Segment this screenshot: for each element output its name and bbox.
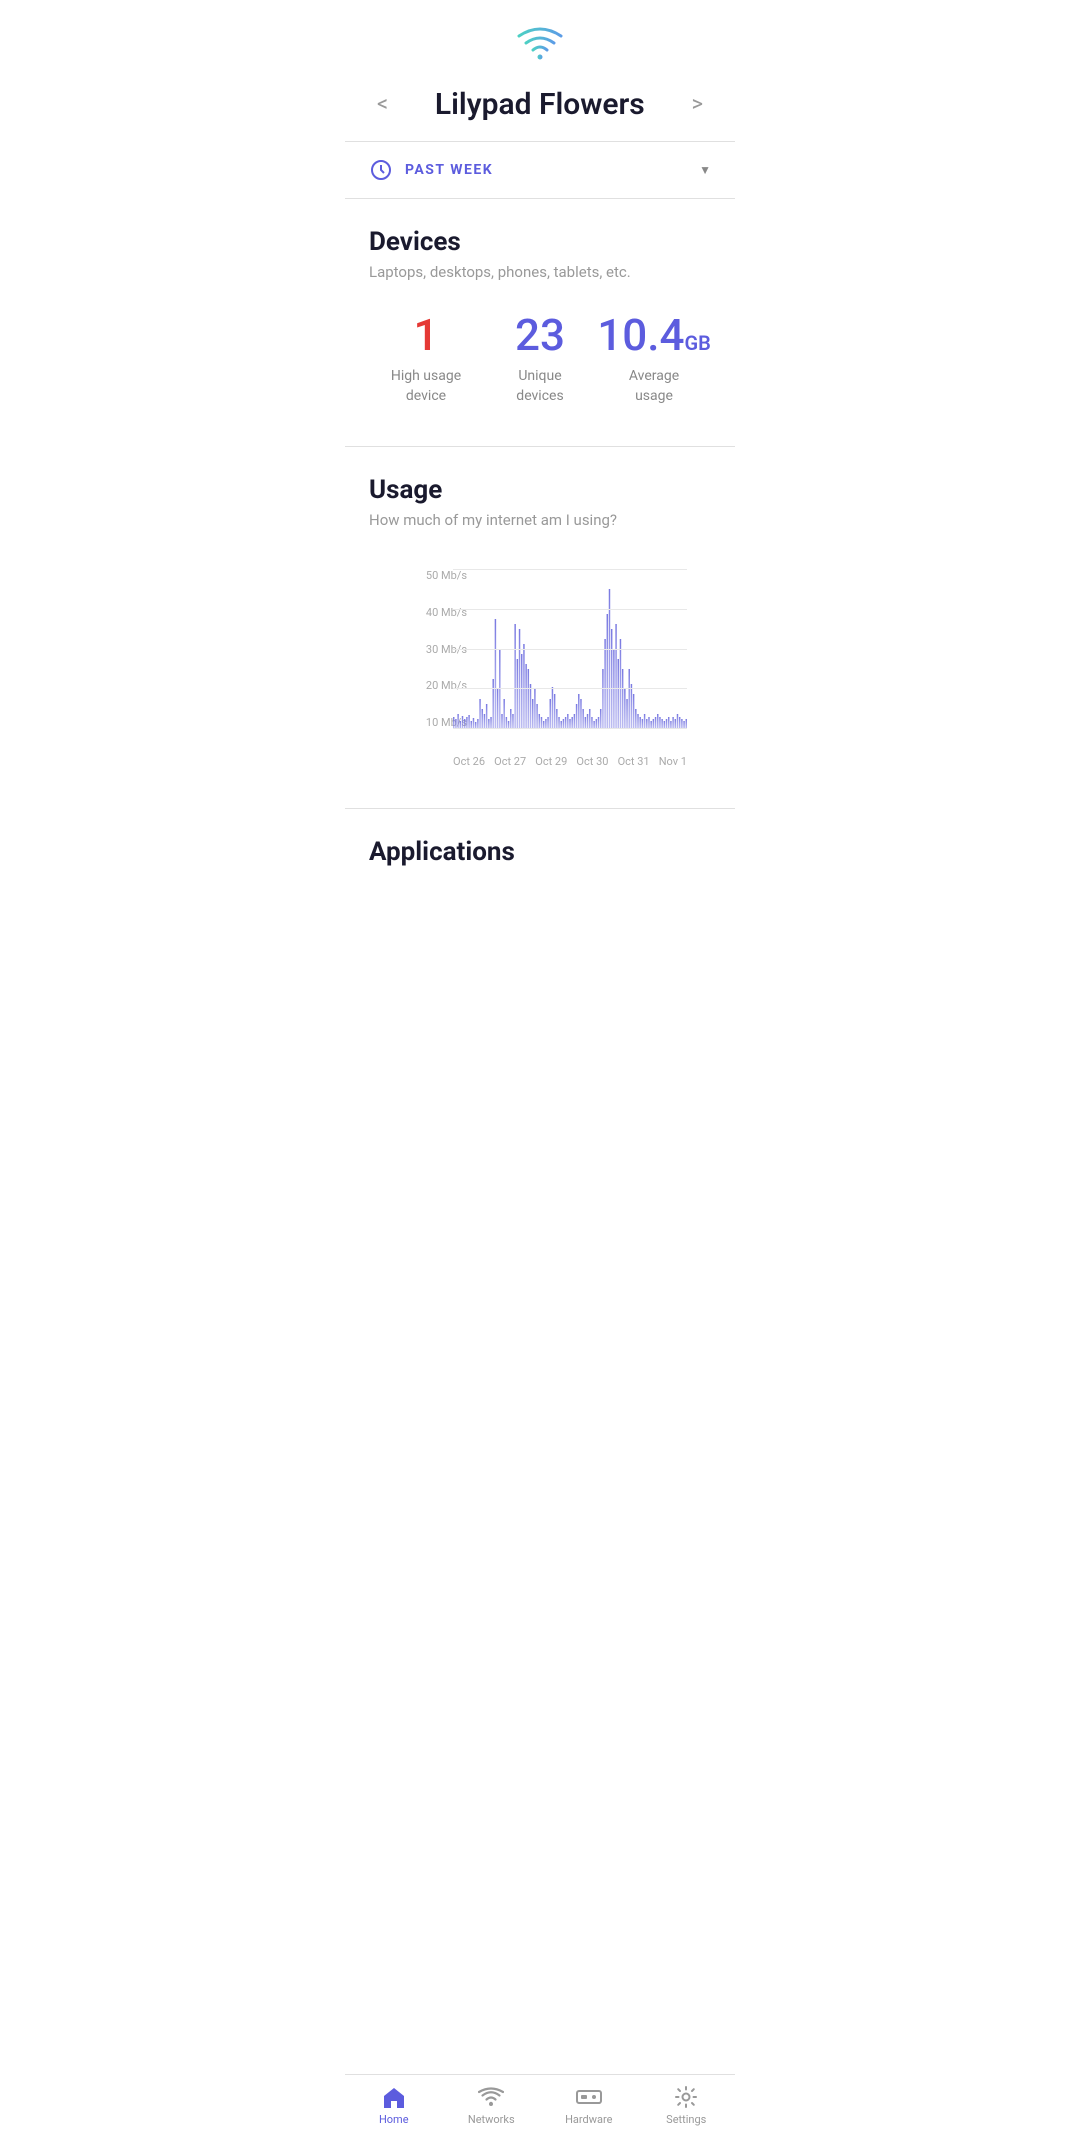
high-usage-label: High usagedevice xyxy=(369,367,483,406)
usage-chart-container: 50 Mb/s 40 Mb/s 30 Mb/s 20 Mb/s 10 Mb/s xyxy=(369,553,711,776)
nav-settings[interactable]: Settings xyxy=(638,2085,736,2126)
usage-subtitle: How much of my internet am I using? xyxy=(369,511,711,529)
x-label-oct26: Oct 26 xyxy=(453,755,485,768)
next-arrow[interactable]: > xyxy=(683,84,711,125)
devices-section: Devices Laptops, desktops, phones, table… xyxy=(345,199,735,446)
period-label: PAST WEEK xyxy=(405,162,699,178)
stat-high-usage: 1 High usagedevice xyxy=(369,313,483,406)
nav-settings-label: Settings xyxy=(666,2113,706,2126)
nav-hardware-label: Hardware xyxy=(565,2113,612,2126)
period-selector[interactable]: PAST WEEK ▼ xyxy=(345,142,735,198)
high-usage-value: 1 xyxy=(369,313,483,357)
applications-section: Applications xyxy=(345,809,735,973)
wifi-logo xyxy=(345,0,735,76)
stat-average-usage: 10.4GB Averageusage xyxy=(597,313,711,406)
x-label-oct31: Oct 31 xyxy=(618,755,650,768)
home-icon xyxy=(380,2085,408,2109)
x-label-oct27: Oct 27 xyxy=(494,755,526,768)
header: < Lilypad Flowers > xyxy=(345,76,735,141)
x-label-oct30: Oct 30 xyxy=(576,755,608,768)
networks-icon xyxy=(477,2085,505,2109)
nav-home-label: Home xyxy=(379,2113,409,2126)
usage-title: Usage xyxy=(369,475,711,505)
bar-chart-svg xyxy=(453,569,687,729)
nav-hardware[interactable]: Hardware xyxy=(540,2085,638,2126)
usage-section: Usage How much of my internet am I using… xyxy=(345,447,735,792)
average-usage-value: 10.4GB xyxy=(597,313,711,357)
stat-unique-devices: 23 Uniquedevices xyxy=(483,313,597,406)
x-label-nov1: Nov 1 xyxy=(659,755,687,768)
nav-home[interactable]: Home xyxy=(345,2085,443,2126)
prev-arrow[interactable]: < xyxy=(369,84,396,125)
applications-title: Applications xyxy=(369,837,711,867)
nav-networks-label: Networks xyxy=(468,2113,515,2126)
bottom-nav: Home Networks Hardware xyxy=(345,2074,735,2146)
chart-x-labels: Oct 26 Oct 27 Oct 29 Oct 30 Oct 31 Nov 1 xyxy=(453,749,687,768)
settings-icon xyxy=(672,2085,700,2109)
stats-row: 1 High usagedevice 23 Uniquedevices 10.4… xyxy=(369,305,711,430)
unique-devices-value: 23 xyxy=(483,313,597,357)
unique-devices-label: Uniquedevices xyxy=(483,367,597,406)
page-title: Lilypad Flowers xyxy=(396,87,683,122)
chevron-down-icon: ▼ xyxy=(699,163,711,177)
hardware-icon xyxy=(575,2085,603,2109)
clock-icon xyxy=(369,158,393,182)
x-label-oct29: Oct 29 xyxy=(535,755,567,768)
nav-networks[interactable]: Networks xyxy=(443,2085,541,2126)
chart-area xyxy=(453,569,687,749)
average-usage-label: Averageusage xyxy=(597,367,711,406)
devices-subtitle: Laptops, desktops, phones, tablets, etc. xyxy=(369,263,711,281)
devices-title: Devices xyxy=(369,227,711,257)
